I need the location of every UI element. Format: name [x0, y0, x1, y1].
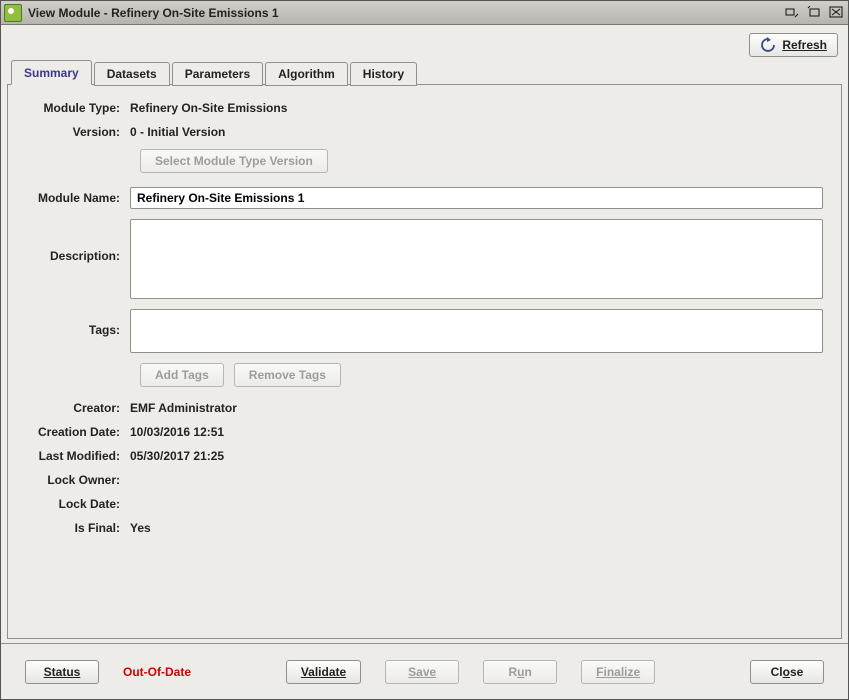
row-module-type: Module Type: Refinery On-Site Emissions [26, 101, 823, 115]
tab-parameters[interactable]: Parameters [172, 62, 263, 86]
status-button[interactable]: Status [25, 660, 99, 684]
maximize-icon[interactable] [806, 6, 822, 20]
row-version: Version: 0 - Initial Version [26, 125, 823, 139]
window-title: View Module - Refinery On-Site Emissions… [28, 6, 784, 20]
row-description: Description: [26, 219, 823, 299]
validate-button[interactable]: Validate [286, 660, 361, 684]
run-label: Run [508, 665, 531, 679]
row-creation-date: Creation Date: 10/03/2016 12:51 [26, 425, 823, 439]
row-tags: Tags: [26, 309, 823, 353]
refresh-label: Refresh [782, 38, 827, 52]
tab-summary[interactable]: Summary [11, 60, 92, 85]
label-lock-date: Lock Date: [26, 497, 130, 511]
label-creator: Creator: [26, 401, 130, 415]
tab-history[interactable]: History [350, 62, 417, 86]
value-version: 0 - Initial Version [130, 125, 823, 139]
toolbar: Refresh [1, 25, 848, 61]
label-description: Description: [26, 219, 130, 263]
tab-datasets[interactable]: Datasets [94, 62, 170, 86]
save-label: Save [408, 665, 436, 679]
label-module-type: Module Type: [26, 101, 130, 115]
row-module-name: Module Name: [26, 187, 823, 209]
tabstrip: Summary Datasets Parameters Algorithm Hi… [1, 61, 848, 85]
module-window: View Module - Refinery On-Site Emissions… [0, 0, 849, 700]
label-version: Version: [26, 125, 130, 139]
value-module-type: Refinery On-Site Emissions [130, 101, 823, 115]
description-input[interactable] [130, 219, 823, 299]
tab-summary-label: Summary [24, 66, 79, 80]
tab-datasets-label: Datasets [107, 67, 157, 81]
run-button: Run [483, 660, 557, 684]
refresh-icon [760, 37, 776, 53]
tab-parameters-label: Parameters [185, 67, 250, 81]
finalize-label: Finalize [596, 665, 640, 679]
content-area: Refresh Summary Datasets Parameters Algo… [1, 25, 848, 699]
app-icon [4, 4, 22, 22]
row-last-modified: Last Modified: 05/30/2017 21:25 [26, 449, 823, 463]
value-creation-date: 10/03/2016 12:51 [130, 425, 823, 439]
validate-label: Validate [301, 665, 346, 679]
close-button[interactable]: Close [750, 660, 824, 684]
status-button-label: Status [44, 665, 81, 679]
remove-tags-button: Remove Tags [234, 363, 341, 387]
row-is-final: Is Final: Yes [26, 521, 823, 535]
close-label: Close [771, 665, 804, 679]
row-lock-date: Lock Date: [26, 497, 823, 511]
tab-algorithm-label: Algorithm [278, 67, 335, 81]
label-last-modified: Last Modified: [26, 449, 130, 463]
row-creator: Creator: EMF Administrator [26, 401, 823, 415]
add-tags-button: Add Tags [140, 363, 224, 387]
select-module-type-version-button: Select Module Type Version [140, 149, 328, 173]
refresh-button[interactable]: Refresh [749, 33, 838, 57]
row-lock-owner: Lock Owner: [26, 473, 823, 487]
value-creator: EMF Administrator [130, 401, 823, 415]
label-lock-owner: Lock Owner: [26, 473, 130, 487]
finalize-button: Finalize [581, 660, 655, 684]
save-button: Save [385, 660, 459, 684]
label-is-final: Is Final: [26, 521, 130, 535]
titlebar: View Module - Refinery On-Site Emissions… [1, 1, 848, 25]
window-controls [784, 6, 844, 20]
label-tags: Tags: [26, 309, 130, 337]
tab-history-label: History [363, 67, 404, 81]
label-creation-date: Creation Date: [26, 425, 130, 439]
summary-panel: Module Type: Refinery On-Site Emissions … [7, 85, 842, 639]
minimize-icon[interactable] [784, 6, 800, 20]
tags-input[interactable] [130, 309, 823, 353]
footer: Status Out-Of-Date Validate Save Run Fin… [1, 643, 848, 699]
tab-algorithm[interactable]: Algorithm [265, 62, 348, 86]
module-name-input[interactable] [130, 187, 823, 209]
value-last-modified: 05/30/2017 21:25 [130, 449, 823, 463]
value-is-final: Yes [130, 521, 823, 535]
label-module-name: Module Name: [26, 191, 130, 205]
status-text: Out-Of-Date [123, 665, 191, 679]
close-icon[interactable] [828, 6, 844, 20]
